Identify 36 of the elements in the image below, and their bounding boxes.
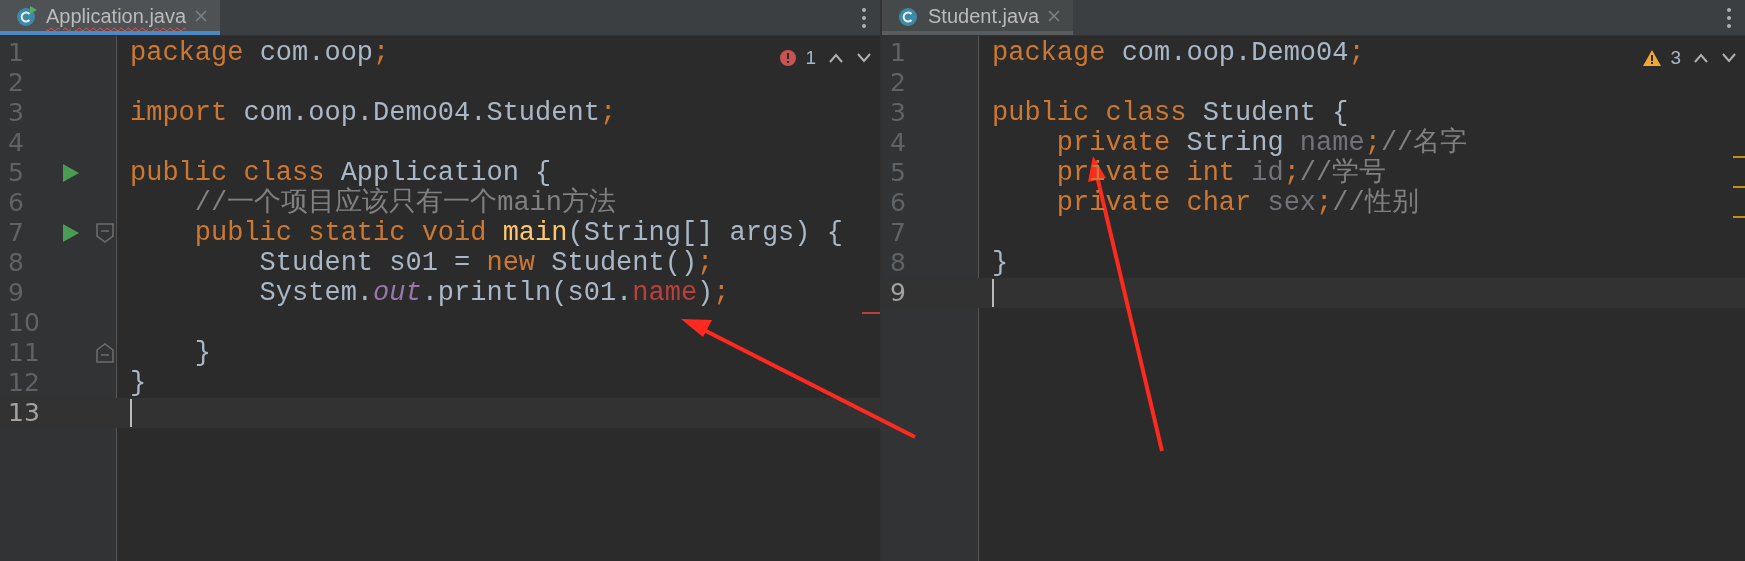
chevron-down-icon[interactable]	[856, 52, 872, 65]
editor-tab[interactable]: Application.java	[0, 0, 221, 35]
code-line: System.out.println(s01.name);	[258, 278, 730, 308]
more-icon[interactable]	[860, 6, 868, 29]
chevron-up-icon[interactable]	[1693, 52, 1709, 65]
code-line: }	[992, 248, 1009, 278]
code-line: }	[193, 338, 211, 368]
code-line: private String name;//名字	[1055, 128, 1468, 158]
run-icon[interactable]	[62, 163, 80, 183]
code-line: import com.oop.Demo04.Student;	[130, 98, 617, 128]
fold-icon[interactable]	[96, 223, 114, 243]
tab-title: Application.java	[46, 3, 187, 29]
code-line: //一个项目应该只有一个main方法	[193, 188, 617, 218]
more-icon[interactable]	[1725, 6, 1733, 29]
tab-title: Student.java	[928, 3, 1040, 29]
code-line: package com.oop.Demo04;	[992, 38, 1365, 68]
chevron-up-icon[interactable]	[828, 52, 844, 65]
code-line: package com.oop;	[130, 38, 390, 68]
chevron-down-icon[interactable]	[1721, 52, 1737, 65]
code-line: }	[130, 368, 147, 398]
code-line: public static void main(String[] args) {	[193, 218, 843, 248]
code-line: public class Application {	[130, 158, 552, 188]
problem-count[interactable]: 3	[1670, 44, 1681, 73]
close-icon[interactable]	[1047, 8, 1062, 23]
text-caret	[992, 279, 994, 307]
line-number: 9	[889, 277, 907, 310]
editor-tab[interactable]: Student.java	[882, 0, 1074, 35]
code-line: public class Student {	[992, 98, 1349, 128]
run-icon[interactable]	[62, 223, 80, 243]
warning-icon[interactable]	[1642, 49, 1663, 68]
error-icon[interactable]	[779, 49, 798, 68]
close-icon[interactable]	[194, 8, 209, 23]
problem-count[interactable]: 1	[805, 44, 816, 73]
text-caret	[130, 399, 132, 427]
line-number: 13	[7, 397, 41, 430]
code-line: Student s01 = new Student();	[258, 248, 714, 278]
